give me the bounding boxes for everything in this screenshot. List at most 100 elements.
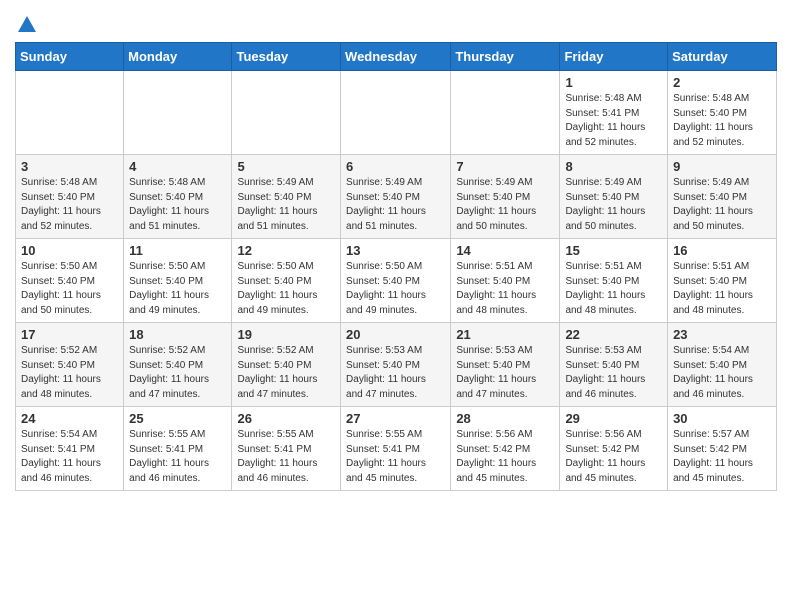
day-detail: Sunrise: 5:53 AMSunset: 5:40 PMDaylight:…	[565, 344, 662, 402]
calendar-week-row: 17 Sunrise: 5:52 AMSunset: 5:40 PMDayligh…	[16, 323, 777, 407]
day-detail: Sunrise: 5:52 AMSunset: 5:40 PMDaylight:…	[129, 344, 226, 402]
day-detail: Sunrise: 5:48 AMSunset: 5:40 PMDaylight:…	[21, 176, 118, 234]
calendar-day-cell: 1Sunrise: 5:48 AMSunset: 5:41 PMDaylight…	[560, 71, 668, 155]
day-number: 1	[565, 75, 662, 90]
calendar-day-cell: 8 Sunrise: 5:49 AMSunset: 5:40 PMDaylight…	[560, 155, 668, 239]
calendar-table: SundayMondayTuesdayWednesdayThursdayFrid…	[15, 42, 777, 491]
day-number: 27	[346, 411, 445, 426]
day-number: 11	[129, 243, 226, 258]
calendar-day-cell: 22 Sunrise: 5:53 AMSunset: 5:40 PMDayligh…	[560, 323, 668, 407]
calendar-day-cell: 29 Sunrise: 5:56 AMSunset: 5:42 PMDayligh…	[560, 407, 668, 491]
calendar-day-cell: 9 Sunrise: 5:49 AMSunset: 5:40 PMDaylight…	[668, 155, 777, 239]
logo-icon	[16, 14, 38, 36]
calendar-week-row: 24 Sunrise: 5:54 AMSunset: 5:41 PMDayligh…	[16, 407, 777, 491]
day-number: 20	[346, 327, 445, 342]
day-number: 18	[129, 327, 226, 342]
day-number: 14	[456, 243, 554, 258]
day-detail: Sunrise: 5:50 AMSunset: 5:40 PMDaylight:…	[21, 260, 118, 318]
day-detail: Sunrise: 5:55 AMSunset: 5:41 PMDaylight:…	[346, 428, 445, 486]
calendar-day-cell: 2Sunrise: 5:48 AMSunset: 5:40 PMDaylight…	[668, 71, 777, 155]
day-detail: Sunrise: 5:52 AMSunset: 5:40 PMDaylight:…	[237, 344, 335, 402]
calendar-day-cell: 23 Sunrise: 5:54 AMSunset: 5:40 PMDayligh…	[668, 323, 777, 407]
calendar-day-cell: 28Sunrise: 5:56 AMSunset: 5:42 PMDayligh…	[451, 407, 560, 491]
day-detail: Sunrise: 5:49 AMSunset: 5:40 PMDaylight:…	[456, 176, 554, 234]
calendar-day-cell	[341, 71, 451, 155]
logo	[15, 14, 38, 34]
calendar-header-row: SundayMondayTuesdayWednesdayThursdayFrid…	[16, 43, 777, 71]
day-number: 19	[237, 327, 335, 342]
day-detail: Sunrise: 5:50 AMSunset: 5:40 PMDaylight:…	[129, 260, 226, 318]
day-number: 13	[346, 243, 445, 258]
day-number: 23	[673, 327, 771, 342]
calendar-day-cell: 16 Sunrise: 5:51 AMSunset: 5:40 PMDayligh…	[668, 239, 777, 323]
calendar-day-cell: 5 Sunrise: 5:49 AMSunset: 5:40 PMDaylight…	[232, 155, 341, 239]
calendar-day-cell: 30Sunrise: 5:57 AMSunset: 5:42 PMDayligh…	[668, 407, 777, 491]
day-number: 3	[21, 159, 118, 174]
day-number: 7	[456, 159, 554, 174]
calendar-day-cell	[451, 71, 560, 155]
day-detail: Sunrise: 5:49 AMSunset: 5:40 PMDaylight:…	[237, 176, 335, 234]
calendar-week-row: 3 Sunrise: 5:48 AMSunset: 5:40 PMDaylight…	[16, 155, 777, 239]
day-number: 8	[565, 159, 662, 174]
page: SundayMondayTuesdayWednesdayThursdayFrid…	[0, 0, 792, 506]
calendar-day-cell: 18 Sunrise: 5:52 AMSunset: 5:40 PMDayligh…	[124, 323, 232, 407]
calendar-day-cell: 4 Sunrise: 5:48 AMSunset: 5:40 PMDaylight…	[124, 155, 232, 239]
day-detail: Sunrise: 5:56 AMSunset: 5:42 PMDaylight:…	[565, 428, 662, 486]
day-detail: Sunrise: 5:53 AMSunset: 5:40 PMDaylight:…	[346, 344, 445, 402]
day-of-week-header: Thursday	[451, 43, 560, 71]
calendar-day-cell: 3 Sunrise: 5:48 AMSunset: 5:40 PMDaylight…	[16, 155, 124, 239]
day-detail: Sunrise: 5:51 AMSunset: 5:40 PMDaylight:…	[565, 260, 662, 318]
day-number: 28	[456, 411, 554, 426]
day-detail: Sunrise: 5:50 AMSunset: 5:40 PMDaylight:…	[346, 260, 445, 318]
day-detail: Sunrise: 5:55 AMSunset: 5:41 PMDaylight:…	[129, 428, 226, 486]
calendar-day-cell: 19 Sunrise: 5:52 AMSunset: 5:40 PMDayligh…	[232, 323, 341, 407]
day-number: 15	[565, 243, 662, 258]
calendar-day-cell: 11 Sunrise: 5:50 AMSunset: 5:40 PMDayligh…	[124, 239, 232, 323]
day-of-week-header: Friday	[560, 43, 668, 71]
day-detail: Sunrise: 5:51 AMSunset: 5:40 PMDaylight:…	[673, 260, 771, 318]
day-number: 22	[565, 327, 662, 342]
header	[15, 10, 777, 34]
day-number: 16	[673, 243, 771, 258]
day-number: 29	[565, 411, 662, 426]
day-detail: Sunrise: 5:49 AMSunset: 5:40 PMDaylight:…	[346, 176, 445, 234]
calendar-day-cell: 14 Sunrise: 5:51 AMSunset: 5:40 PMDayligh…	[451, 239, 560, 323]
day-number: 12	[237, 243, 335, 258]
day-detail: Sunrise: 5:51 AMSunset: 5:40 PMDaylight:…	[456, 260, 554, 318]
day-of-week-header: Sunday	[16, 43, 124, 71]
day-detail: Sunrise: 5:48 AMSunset: 5:40 PMDaylight:…	[129, 176, 226, 234]
calendar-day-cell	[232, 71, 341, 155]
calendar-day-cell	[124, 71, 232, 155]
day-number: 21	[456, 327, 554, 342]
day-number: 26	[237, 411, 335, 426]
day-number: 4	[129, 159, 226, 174]
day-number: 5	[237, 159, 335, 174]
calendar-day-cell: 13 Sunrise: 5:50 AMSunset: 5:40 PMDayligh…	[341, 239, 451, 323]
day-detail: Sunrise: 5:57 AMSunset: 5:42 PMDaylight:…	[673, 428, 771, 486]
day-of-week-header: Saturday	[668, 43, 777, 71]
day-of-week-header: Monday	[124, 43, 232, 71]
day-of-week-header: Wednesday	[341, 43, 451, 71]
day-detail: Sunrise: 5:52 AMSunset: 5:40 PMDaylight:…	[21, 344, 118, 402]
calendar-day-cell: 25Sunrise: 5:55 AMSunset: 5:41 PMDayligh…	[124, 407, 232, 491]
calendar-week-row: 1Sunrise: 5:48 AMSunset: 5:41 PMDaylight…	[16, 71, 777, 155]
calendar-day-cell: 26 Sunrise: 5:55 AMSunset: 5:41 PMDayligh…	[232, 407, 341, 491]
day-number: 24	[21, 411, 118, 426]
day-detail: Sunrise: 5:54 AMSunset: 5:41 PMDaylight:…	[21, 428, 118, 486]
day-number: 6	[346, 159, 445, 174]
calendar-day-cell: 24 Sunrise: 5:54 AMSunset: 5:41 PMDayligh…	[16, 407, 124, 491]
day-detail: Sunrise: 5:48 AMSunset: 5:40 PMDaylight:…	[673, 92, 771, 150]
day-detail: Sunrise: 5:49 AMSunset: 5:40 PMDaylight:…	[673, 176, 771, 234]
day-detail: Sunrise: 5:54 AMSunset: 5:40 PMDaylight:…	[673, 344, 771, 402]
calendar-day-cell: 15 Sunrise: 5:51 AMSunset: 5:40 PMDayligh…	[560, 239, 668, 323]
calendar-day-cell: 20 Sunrise: 5:53 AMSunset: 5:40 PMDayligh…	[341, 323, 451, 407]
calendar-day-cell: 21 Sunrise: 5:53 AMSunset: 5:40 PMDayligh…	[451, 323, 560, 407]
calendar-day-cell: 6 Sunrise: 5:49 AMSunset: 5:40 PMDaylight…	[341, 155, 451, 239]
day-detail: Sunrise: 5:49 AMSunset: 5:40 PMDaylight:…	[565, 176, 662, 234]
day-number: 17	[21, 327, 118, 342]
day-detail: Sunrise: 5:50 AMSunset: 5:40 PMDaylight:…	[237, 260, 335, 318]
day-detail: Sunrise: 5:53 AMSunset: 5:40 PMDaylight:…	[456, 344, 554, 402]
day-number: 9	[673, 159, 771, 174]
day-number: 10	[21, 243, 118, 258]
day-detail: Sunrise: 5:55 AMSunset: 5:41 PMDaylight:…	[237, 428, 335, 486]
